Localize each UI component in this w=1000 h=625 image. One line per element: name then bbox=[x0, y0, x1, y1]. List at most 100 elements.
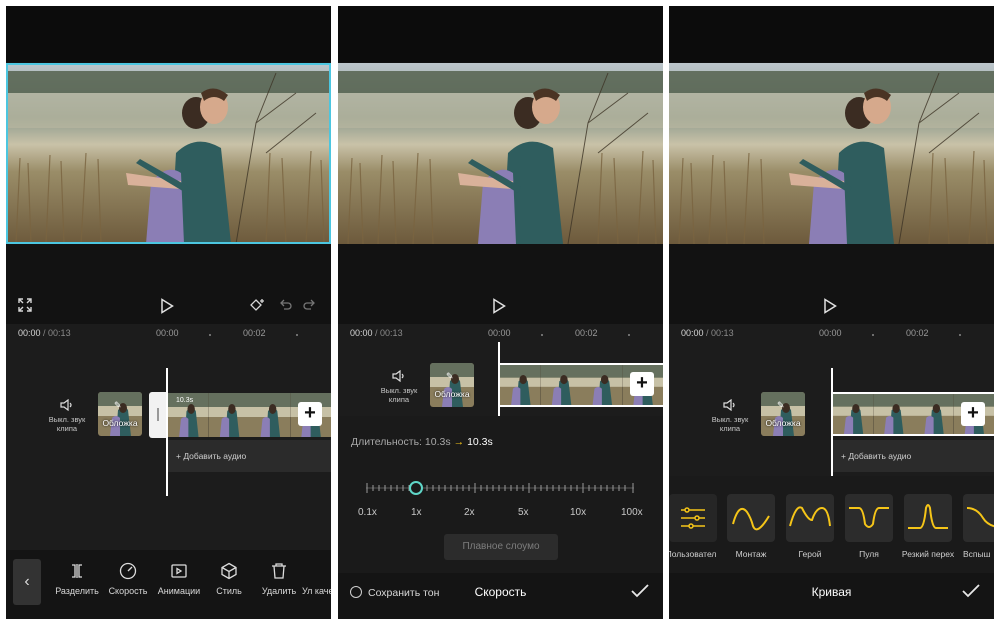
flash-curve-icon bbox=[966, 507, 994, 528]
edit-pencil-icon: ✎ bbox=[777, 400, 785, 410]
curve-preset-montage[interactable] bbox=[727, 494, 775, 542]
time-readout: 00:00 / 00:13 bbox=[18, 328, 71, 338]
panel-title: Кривая bbox=[811, 585, 852, 599]
tool-label: Разделить bbox=[55, 586, 99, 596]
tool-label: Скорость bbox=[108, 586, 148, 596]
montage-curve-icon bbox=[732, 508, 770, 531]
add-clip-button[interactable]: + bbox=[630, 372, 654, 396]
custom-curve-icon bbox=[681, 507, 705, 529]
tool-split[interactable]: Разделить bbox=[49, 562, 105, 596]
hero-curve-icon bbox=[789, 506, 831, 527]
speed-slider[interactable] bbox=[366, 479, 634, 497]
curve-preset-custom[interactable] bbox=[669, 494, 717, 542]
add-clip-button[interactable]: + bbox=[298, 402, 322, 426]
tick-dot bbox=[628, 334, 630, 336]
tool-enhance[interactable]: Ул качес bbox=[302, 562, 331, 596]
cover-button[interactable]: ✎ Обложка bbox=[761, 392, 805, 436]
time-tick: 00:02 bbox=[243, 328, 266, 338]
tool-delete[interactable]: Удалить bbox=[251, 562, 307, 596]
tick-dot bbox=[959, 334, 961, 336]
curve-preset-label: Пользовател bbox=[669, 549, 717, 559]
time-readout: 00:00 / 00:13 bbox=[681, 328, 734, 338]
add-audio-button[interactable]: + Добавить аудио bbox=[833, 440, 994, 472]
fullscreen-icon[interactable] bbox=[18, 298, 32, 315]
add-audio-button[interactable]: + Добавить аудио bbox=[168, 440, 331, 472]
curve-preset-flash[interactable] bbox=[963, 494, 994, 542]
play-icon[interactable] bbox=[492, 298, 508, 314]
smooth-slowmo-button[interactable]: Плавное слоумо bbox=[444, 534, 558, 560]
cover-button[interactable]: ✎ Обложка bbox=[430, 363, 474, 407]
tool-animation[interactable]: Анимации bbox=[151, 562, 207, 596]
cover-label: Обложка bbox=[102, 418, 138, 428]
speed-scale-label: 5x bbox=[518, 507, 529, 518]
mute-clip-label: Выкл. звук клипа bbox=[380, 386, 418, 404]
duration-new: 10.3s bbox=[467, 436, 493, 448]
top-bar bbox=[6, 6, 331, 62]
playhead[interactable] bbox=[166, 368, 168, 496]
jump-cut-curve-icon bbox=[908, 504, 948, 529]
edit-pencil-icon: ✎ bbox=[114, 400, 122, 410]
curve-preset-hero[interactable] bbox=[786, 494, 834, 542]
delete-icon bbox=[272, 563, 286, 579]
top-bar bbox=[669, 6, 994, 62]
speed-slider-thumb bbox=[409, 481, 423, 495]
speed-scale-label: 1x bbox=[411, 507, 422, 518]
video-preview[interactable] bbox=[6, 63, 331, 244]
animation-icon bbox=[171, 564, 187, 578]
tool-speed[interactable]: Скорость bbox=[100, 562, 156, 596]
mute-clip-button[interactable]: Выкл. звук клипа bbox=[705, 399, 755, 433]
video-preview[interactable] bbox=[338, 63, 663, 244]
playhead[interactable] bbox=[498, 342, 500, 416]
time-readout: 00:00 / 00:13 bbox=[350, 328, 403, 338]
speaker-icon bbox=[60, 399, 72, 411]
play-icon[interactable] bbox=[823, 298, 839, 314]
speed-scale-label: 2x bbox=[464, 507, 475, 518]
curve-preset-bullet[interactable] bbox=[845, 494, 893, 542]
tool-style[interactable]: Стиль bbox=[201, 562, 257, 596]
redo-icon[interactable] bbox=[303, 298, 317, 315]
cover-label: Обложка bbox=[434, 389, 470, 399]
time-tick: 00:02 bbox=[906, 328, 929, 338]
mute-clip-label: Выкл. звук клипа bbox=[48, 415, 86, 433]
tool-label: Анимации bbox=[157, 586, 201, 596]
clip-duration-badge: 10.3s bbox=[176, 397, 194, 404]
style-icon bbox=[221, 562, 237, 580]
back-button[interactable]: ‹ bbox=[13, 559, 41, 605]
undo-icon[interactable] bbox=[278, 298, 292, 315]
edit-pencil-icon: ✎ bbox=[446, 371, 454, 381]
curve-preset-label: Пуля bbox=[859, 549, 879, 559]
curve-preset-label: Герой bbox=[798, 549, 822, 559]
mute-clip-button[interactable]: Выкл. звук клипа bbox=[374, 370, 424, 404]
tool-label: Удалить bbox=[261, 586, 297, 596]
tick-dot bbox=[296, 334, 298, 336]
time-tick: 00:00 bbox=[488, 328, 511, 338]
add-clip-button[interactable]: + bbox=[961, 402, 985, 426]
play-icon[interactable] bbox=[160, 298, 176, 314]
time-tick: 00:00 bbox=[819, 328, 842, 338]
bullet-curve-icon bbox=[849, 507, 889, 528]
editor-panel-main: 00:00 / 00:13 00:00 00:02 Выкл. звук кли… bbox=[6, 6, 331, 619]
time-tick: 00:02 bbox=[575, 328, 598, 338]
split-icon bbox=[72, 564, 82, 578]
tick-dot bbox=[872, 334, 874, 336]
time-tick: 00:00 bbox=[156, 328, 179, 338]
confirm-check-icon[interactable] bbox=[962, 584, 980, 598]
curve-preset-jump-cut[interactable] bbox=[904, 494, 952, 542]
trim-grip bbox=[157, 408, 159, 421]
panel-title: Скорость bbox=[474, 585, 527, 599]
tool-label: Стиль bbox=[216, 586, 242, 596]
cover-button[interactable]: ✎ Обложка bbox=[98, 392, 142, 436]
tick-dot bbox=[209, 334, 211, 336]
tick-dot bbox=[541, 334, 543, 336]
top-bar bbox=[338, 6, 663, 62]
speed-panel: 00:00 / 00:13 00:00 00:02 Выкл. звук кли… bbox=[338, 6, 663, 619]
tool-label: Ул качес bbox=[302, 586, 331, 596]
speaker-icon bbox=[723, 399, 735, 411]
curve-preset-label: Резкий перех bbox=[901, 549, 955, 559]
mute-clip-button[interactable]: Выкл. звук клипа bbox=[42, 399, 92, 433]
cover-label: Обложка bbox=[765, 418, 801, 428]
duration-readout: Длительность: 10.3s → 10.3s bbox=[351, 436, 493, 448]
confirm-check-icon[interactable] bbox=[631, 584, 649, 598]
video-preview[interactable] bbox=[669, 63, 994, 244]
keyframe-icon[interactable] bbox=[250, 298, 266, 315]
